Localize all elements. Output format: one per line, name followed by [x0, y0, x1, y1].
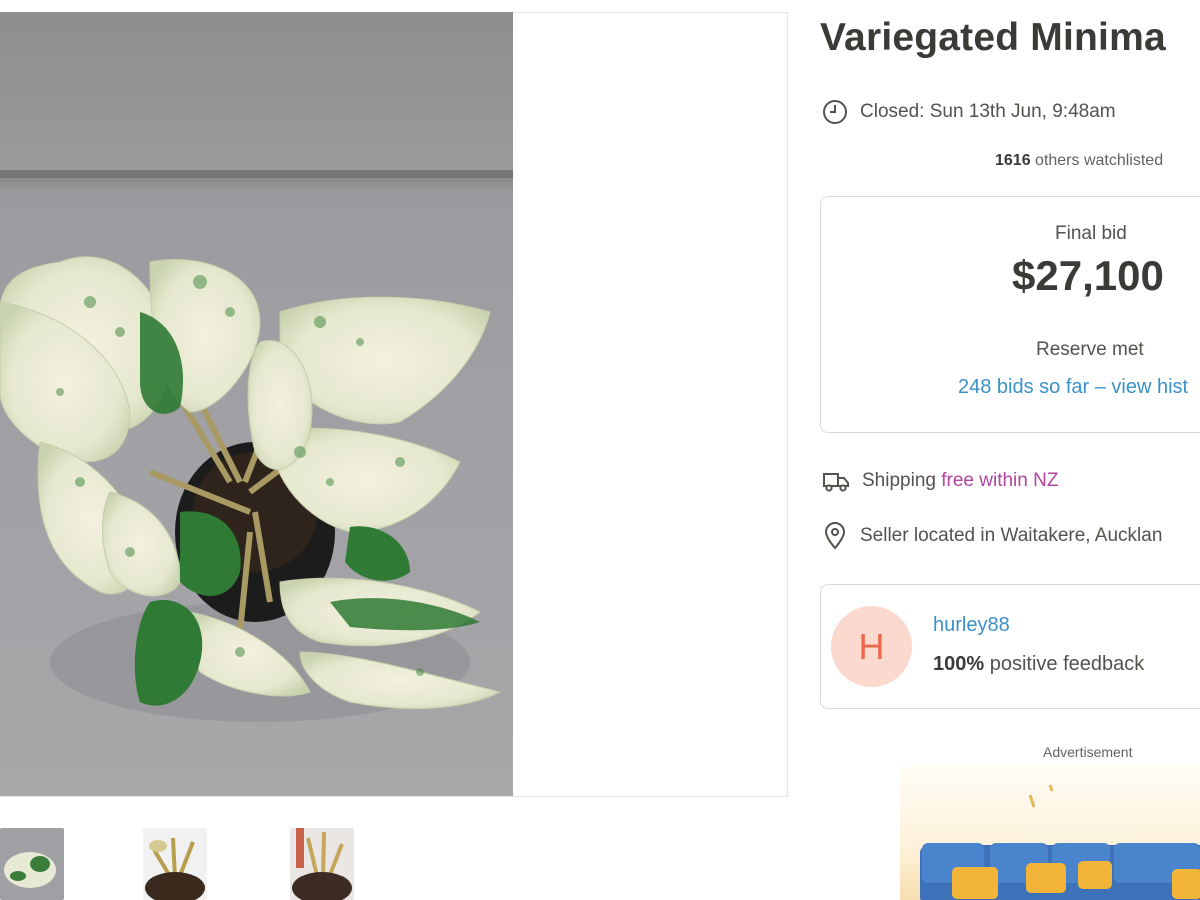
- seller-avatar[interactable]: H: [831, 606, 912, 687]
- feedback-percent: 100%: [933, 653, 985, 675]
- thumbnail-2[interactable]: [143, 828, 207, 900]
- bid-amount: $27,100: [1012, 252, 1164, 299]
- location-row: Seller located in Waitakere, Aucklan: [822, 522, 1162, 550]
- advertisement-banner[interactable]: [900, 765, 1200, 900]
- main-product-photo[interactable]: [0, 12, 513, 796]
- shipping-value: free within NZ: [941, 470, 1059, 491]
- reserve-status: Reserve met: [1036, 339, 1144, 360]
- map-pin-icon: [824, 522, 846, 550]
- advertisement-label: Advertisement: [1043, 744, 1133, 760]
- feedback-suffix: positive feedback: [984, 653, 1145, 675]
- truck-icon: [823, 473, 849, 492]
- seller-location: Seller located in Waitakere, Aucklan: [860, 525, 1163, 546]
- clock-icon: [823, 100, 847, 124]
- closed-date: Closed: Sun 13th Jun, 9:48am: [860, 101, 1116, 122]
- watch-number: 1616: [995, 152, 1031, 169]
- seller-username-link[interactable]: hurley88: [933, 614, 1010, 637]
- listing-title: Variegated Minima: [820, 16, 1166, 59]
- shipping-label: Shipping: [862, 470, 942, 491]
- closed-row: Closed: Sun 13th Jun, 9:48am: [822, 99, 1116, 125]
- bid-history-link[interactable]: 248 bids so far – view hist: [958, 376, 1188, 399]
- thumbnail-3[interactable]: [290, 828, 354, 900]
- shipping-row: Shipping free within NZ: [822, 468, 1058, 494]
- seller-feedback: 100% positive feedback: [933, 653, 1144, 676]
- watch-suffix: others watchlisted: [1030, 152, 1164, 169]
- bid-label: Final bid: [1055, 223, 1127, 244]
- thumbnail-1[interactable]: [0, 828, 64, 900]
- watchlist-count: 1616 others watchlisted: [995, 152, 1163, 170]
